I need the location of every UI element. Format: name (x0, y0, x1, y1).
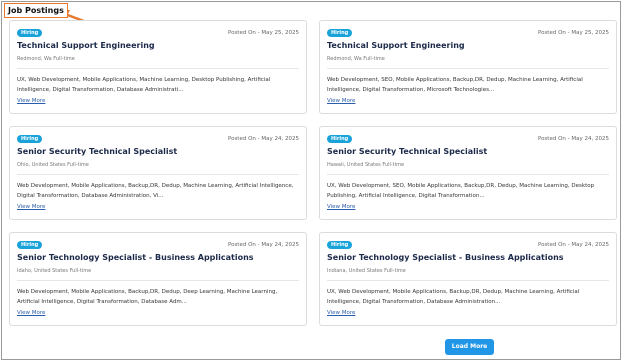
job-card: Hiring Posted On - May 25, 2025 Technica… (319, 20, 617, 114)
job-location: Hawaii, United States Full-time (327, 162, 405, 168)
posted-date: Posted On - May 25, 2025 (227, 30, 299, 36)
view-more-link[interactable]: View More (17, 204, 45, 210)
job-title[interactable]: Senior Security Technical Specialist (327, 147, 487, 156)
job-skills: Web Development, Mobile Applications, Ba… (17, 183, 294, 199)
job-skills: UX, Web Development, Mobile Applications… (327, 289, 580, 305)
job-skills: Web Development, SEO, Mobile Application… (327, 77, 583, 93)
job-title[interactable]: Senior Security Technical Specialist (17, 147, 177, 156)
view-more-link[interactable]: View More (327, 98, 355, 104)
job-location: Indiana, United States Full-time (327, 268, 406, 274)
divider (327, 280, 609, 281)
posted-date: Posted On - May 24, 2025 (227, 242, 299, 248)
job-location: Ohio, United States Full-time (17, 162, 89, 168)
hiring-badge: Hiring (327, 241, 353, 249)
job-card: Hiring Posted On - May 24, 2025 Senior S… (319, 126, 617, 220)
job-title[interactable]: Technical Support Engineering (17, 41, 155, 50)
divider (327, 68, 609, 69)
posted-date: Posted On - May 24, 2025 (537, 136, 609, 142)
job-title[interactable]: Senior Technology Specialist - Business … (17, 253, 254, 262)
posted-date: Posted On - May 24, 2025 (537, 242, 609, 248)
divider (17, 174, 299, 175)
job-skills: UX, Web Development, Mobile Applications… (17, 77, 271, 93)
job-location: Redmond, Wa Full-time (327, 56, 385, 62)
view-more-link[interactable]: View More (17, 98, 45, 104)
page-title: Job Postings (4, 3, 68, 18)
job-location: Redmond, Wa Full-time (17, 56, 75, 62)
view-more-link[interactable]: View More (327, 204, 355, 210)
job-title[interactable]: Technical Support Engineering (327, 41, 465, 50)
job-skills: UX, Web Development, SEO, Mobile Applica… (327, 183, 595, 199)
job-card: Hiring Posted On - May 24, 2025 Senior T… (9, 232, 307, 326)
job-card: Hiring Posted On - May 24, 2025 Senior S… (9, 126, 307, 220)
divider (327, 174, 609, 175)
view-more-link[interactable]: View More (327, 310, 355, 316)
divider (17, 280, 299, 281)
job-skills: Web Development, Mobile Applications, Ba… (17, 289, 278, 305)
hiring-badge: Hiring (17, 29, 43, 37)
hiring-badge: Hiring (17, 241, 43, 249)
posted-date: Posted On - May 25, 2025 (537, 30, 609, 36)
divider (17, 68, 299, 69)
hiring-badge: Hiring (327, 29, 353, 37)
hiring-badge: Hiring (327, 135, 353, 143)
job-card: Hiring Posted On - May 25, 2025 Technica… (9, 20, 307, 114)
view-more-link[interactable]: View More (17, 310, 45, 316)
posted-date: Posted On - May 24, 2025 (227, 136, 299, 142)
load-more-button[interactable]: Load More (445, 339, 494, 355)
job-location: Idaho, United States Full-time (17, 268, 92, 274)
job-card: Hiring Posted On - May 24, 2025 Senior T… (319, 232, 617, 326)
job-title[interactable]: Senior Technology Specialist - Business … (327, 253, 564, 262)
hiring-badge: Hiring (17, 135, 43, 143)
